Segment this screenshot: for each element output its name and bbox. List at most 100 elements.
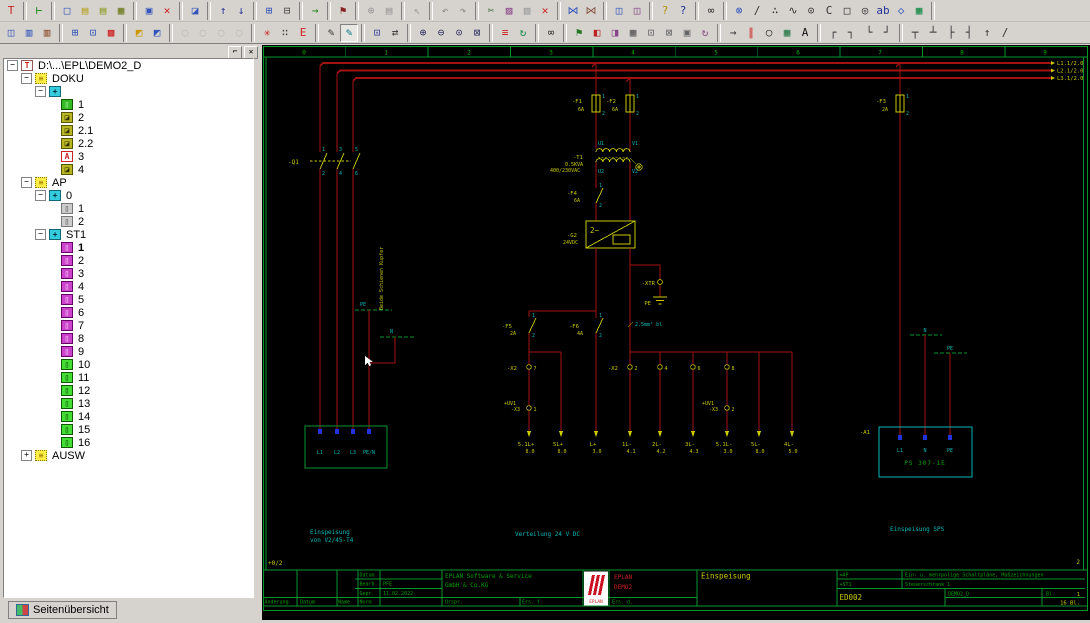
- cut-button[interactable]: ✂: [482, 1, 500, 20]
- preview-button[interactable]: ▤: [380, 1, 398, 20]
- draw-text-button[interactable]: ab: [874, 1, 892, 20]
- tree-item-10[interactable]: ▯ 10: [4, 358, 253, 371]
- angle-connector-button[interactable]: ∕: [996, 23, 1014, 42]
- goto-counterpart-button[interactable]: ▥: [38, 23, 56, 42]
- delete-button[interactable]: ✕: [158, 1, 176, 20]
- nav-prev-button[interactable]: ◧: [588, 23, 606, 42]
- tree-item-1[interactable]: ▯ 1: [4, 202, 253, 215]
- tree-item-6[interactable]: ▯ 6: [4, 306, 253, 319]
- tree-item-12[interactable]: ▯ 12: [4, 384, 253, 397]
- backtrack-button[interactable]: ⚑: [334, 1, 352, 20]
- zoom-window-button[interactable]: ⊡: [368, 23, 386, 42]
- t-node-right-button[interactable]: ├: [942, 23, 960, 42]
- tree-item-8[interactable]: ▯ 8: [4, 332, 253, 345]
- grid-button[interactable]: ∷: [276, 23, 294, 42]
- connection-arrow-button[interactable]: →: [724, 23, 742, 42]
- draw-spline-button[interactable]: ∿: [784, 1, 802, 20]
- print-button[interactable]: ⊟: [278, 1, 296, 20]
- tree-item-4[interactable]: ◪ 4: [4, 163, 253, 176]
- tree-item-AP[interactable]: − ≡ AP: [4, 176, 253, 189]
- select-c-button[interactable]: ▣: [678, 23, 696, 42]
- collapse-icon[interactable]: −: [35, 190, 46, 201]
- corner-down-left-button[interactable]: ┌: [824, 23, 842, 42]
- potential-def-button[interactable]: ∥: [742, 23, 760, 42]
- expand-icon[interactable]: +: [21, 450, 32, 461]
- collapse-icon[interactable]: −: [35, 229, 46, 240]
- group-button[interactable]: ⋈: [564, 1, 582, 20]
- tool-c-button[interactable]: ◌: [212, 23, 230, 42]
- tool-d-button[interactable]: ◌: [230, 23, 248, 42]
- export-button[interactable]: →: [306, 1, 324, 20]
- select-b-button[interactable]: ⊠: [660, 23, 678, 42]
- redo-button[interactable]: ↷: [454, 1, 472, 20]
- t-node-down-button[interactable]: ┬: [906, 23, 924, 42]
- corner-up-right-button[interactable]: ┘: [878, 23, 896, 42]
- copy-format-button[interactable]: ▨: [500, 1, 518, 20]
- search-button[interactable]: ∞: [702, 1, 720, 20]
- ref-window-button[interactable]: ⊞: [66, 23, 84, 42]
- tree-item-DOKU[interactable]: − ≡ DOKU: [4, 72, 253, 85]
- tree-item-13[interactable]: ▯ 13: [4, 397, 253, 410]
- zoom-in-button[interactable]: ⊕: [414, 23, 432, 42]
- page-navigator-tree[interactable]: − T D:\...\EPL\DEMO2_D − ≡ DOKU − + ▯ 1 ◪ 2 ◪ 2.1 ◪ 2.2…: [3, 58, 254, 598]
- select-a-button[interactable]: ⊡: [642, 23, 660, 42]
- tree-item-2[interactable]: ▯ 2: [4, 215, 253, 228]
- device-update-button[interactable]: ◩: [148, 23, 166, 42]
- arrow-up-button[interactable]: ↑: [978, 23, 996, 42]
- tab-page-overview[interactable]: Seitenübersicht: [8, 601, 117, 619]
- draw-rect-button[interactable]: □: [838, 1, 856, 20]
- draw-circle-button[interactable]: ⊙: [802, 1, 820, 20]
- collapse-icon[interactable]: −: [21, 73, 32, 84]
- select-pointer-button[interactable]: ↖: [408, 1, 426, 20]
- tree-item-1[interactable]: ▯ 1: [4, 241, 253, 254]
- tree-item-11[interactable]: ▯ 11: [4, 371, 253, 384]
- whats-this-button[interactable]: ?: [674, 1, 692, 20]
- page-overview-button[interactable]: ◫: [2, 23, 20, 42]
- collapse-icon[interactable]: −: [7, 60, 18, 71]
- nav-box-button[interactable]: ▦: [624, 23, 642, 42]
- pan-button[interactable]: ⇄: [386, 23, 404, 42]
- project-open-ext-button[interactable]: ▤: [94, 1, 112, 20]
- project-open-button[interactable]: ▤: [76, 1, 94, 20]
- tool-b-button[interactable]: ◌: [194, 23, 212, 42]
- tree-item-1[interactable]: ▯ 1: [4, 98, 253, 111]
- draw-arc-button[interactable]: C: [820, 1, 838, 20]
- tree-item-9[interactable]: ▯ 9: [4, 345, 253, 358]
- tree-item-15[interactable]: ▯ 15: [4, 423, 253, 436]
- goto-page-button[interactable]: ▥: [20, 23, 38, 42]
- zoom-lupe-button[interactable]: ⊕: [362, 1, 380, 20]
- collapse-icon[interactable]: −: [35, 86, 46, 97]
- new-window-button[interactable]: ⊞: [260, 1, 278, 20]
- page-down-button[interactable]: ↓: [232, 1, 250, 20]
- insert-symbol-button[interactable]: ◫: [610, 1, 628, 20]
- tree-item-7[interactable]: ▯ 7: [4, 319, 253, 332]
- project-archive-button[interactable]: ▦: [112, 1, 130, 20]
- tree-item-structure-node[interactable]: − +: [4, 85, 253, 98]
- properties-button[interactable]: ◪: [186, 1, 204, 20]
- tree-item-2[interactable]: ◪ 2: [4, 111, 253, 124]
- paste-button[interactable]: ▧: [518, 1, 536, 20]
- tree-item-16[interactable]: ▯ 16: [4, 436, 253, 449]
- app-symbol-button[interactable]: T: [2, 1, 20, 20]
- tree-item-2[interactable]: ▯ 2: [4, 254, 253, 267]
- rotate-button[interactable]: ↻: [696, 23, 714, 42]
- view-toggle-button[interactable]: ◎: [856, 1, 874, 20]
- tree-item-5[interactable]: ▯ 5: [4, 293, 253, 306]
- zoom-select-button[interactable]: ⊙: [450, 23, 468, 42]
- interruption-point-button[interactable]: Ε: [294, 23, 312, 42]
- tree-item-0[interactable]: − +0: [4, 189, 253, 202]
- tree-item-ST1[interactable]: − + ST1: [4, 228, 253, 241]
- delete-object-button[interactable]: ✕: [536, 1, 554, 20]
- tree-item-4[interactable]: ▯ 4: [4, 280, 253, 293]
- connection-point-button[interactable]: ✳: [258, 23, 276, 42]
- insert-image-button[interactable]: ▦: [910, 1, 928, 20]
- device-navigator-button[interactable]: ◩: [130, 23, 148, 42]
- insert-device-button[interactable]: ⊗: [730, 1, 748, 20]
- tree-item-14[interactable]: ▯ 14: [4, 410, 253, 423]
- sketch-pen-button[interactable]: ✎: [322, 23, 340, 42]
- draw-rhombus-button[interactable]: ◇: [892, 1, 910, 20]
- redraw-button[interactable]: ↻: [514, 23, 532, 42]
- ungroup-button[interactable]: ⋈: [582, 1, 600, 20]
- measure-button[interactable]: ≡: [496, 23, 514, 42]
- sync-marker-button[interactable]: ⚑: [570, 23, 588, 42]
